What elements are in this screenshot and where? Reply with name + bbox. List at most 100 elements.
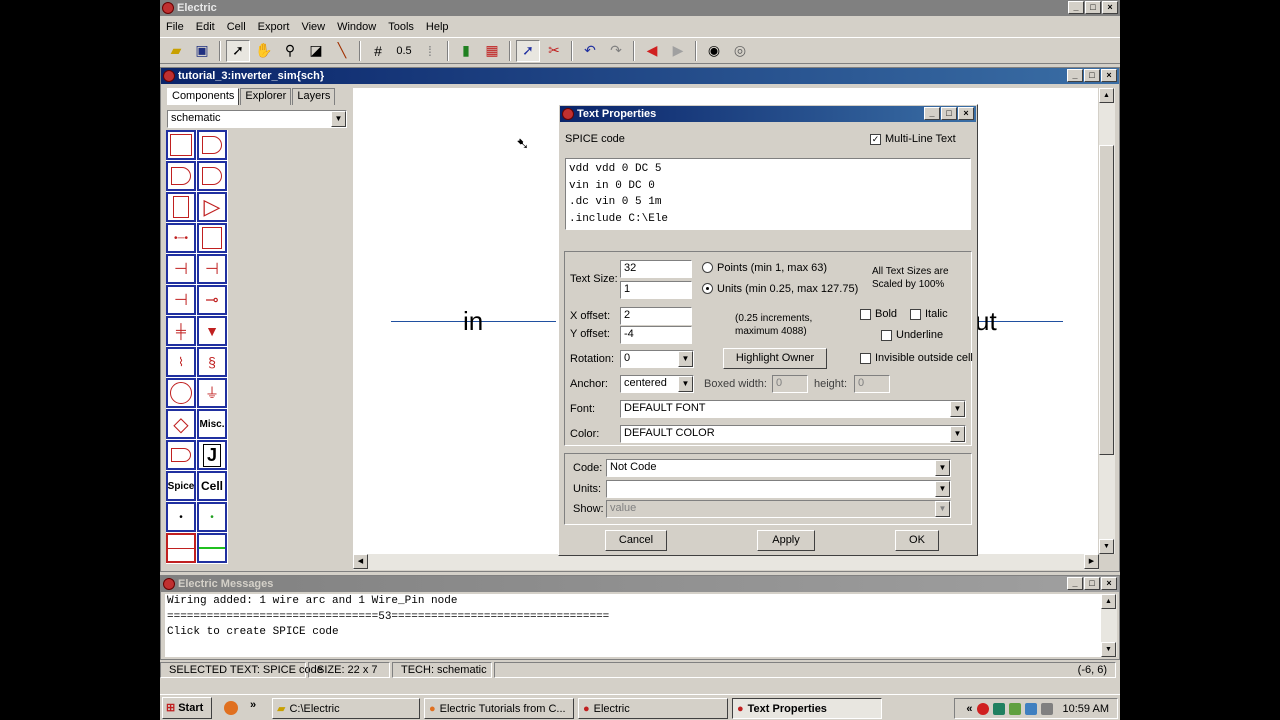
palette-global[interactable]: ◇: [166, 409, 196, 439]
menu-help[interactable]: Help: [420, 21, 455, 33]
palette-nmos[interactable]: ⊣: [166, 254, 196, 284]
minimize-button[interactable]: _: [1068, 1, 1084, 14]
invisible-outside-checkbox[interactable]: [860, 353, 871, 364]
cut-scissors-icon[interactable]: ✂: [542, 40, 566, 62]
scroll-down-icon[interactable]: ▼: [1101, 642, 1116, 657]
grid-scale-value[interactable]: 0.5: [392, 40, 416, 62]
ok-button[interactable]: OK: [895, 530, 939, 551]
open-folder-icon[interactable]: ▰: [164, 40, 188, 62]
tab-explorer[interactable]: Explorer: [240, 88, 292, 105]
palette-mux[interactable]: [166, 192, 196, 222]
points-radio[interactable]: [702, 262, 713, 273]
technology-select[interactable]: schematic ▼: [167, 110, 347, 128]
canvas-vertical-scrollbar[interactable]: ▲ ▼: [1099, 88, 1115, 554]
security-icon[interactable]: [1008, 702, 1021, 715]
back-arrow-icon[interactable]: ◀: [640, 40, 664, 62]
palette-capacitor[interactable]: ╪: [166, 316, 196, 346]
palette-flipflop[interactable]: [197, 223, 227, 253]
maximize-button[interactable]: □: [1085, 1, 1101, 14]
task-text-properties[interactable]: ● Text Properties: [732, 698, 882, 719]
save-icon[interactable]: ▣: [190, 40, 214, 62]
italic-checkbox[interactable]: [910, 309, 921, 320]
volume-icon[interactable]: [1040, 702, 1053, 715]
code-select[interactable]: Not Code ▼: [606, 459, 951, 477]
view-eye-icon[interactable]: ◉: [702, 40, 726, 62]
minimize-button[interactable]: _: [1067, 69, 1083, 82]
minimize-button[interactable]: _: [1067, 577, 1083, 590]
measure-icon[interactable]: ╲: [330, 40, 354, 62]
menu-window[interactable]: Window: [331, 21, 382, 33]
menu-tools[interactable]: Tools: [382, 21, 420, 33]
palette-bus-pin[interactable]: •: [197, 502, 227, 532]
maximize-button[interactable]: □: [1084, 577, 1100, 590]
redo-icon[interactable]: ↷: [604, 40, 628, 62]
close-button[interactable]: ×: [958, 107, 974, 120]
menu-file[interactable]: File: [160, 21, 190, 33]
palette-inductor[interactable]: §: [197, 347, 227, 377]
scroll-up-icon[interactable]: ▲: [1099, 88, 1114, 103]
font-select[interactable]: DEFAULT FONT ▼: [620, 400, 966, 418]
record-icon[interactable]: [976, 702, 989, 715]
underline-checkbox[interactable]: [881, 330, 892, 341]
palette-buffer[interactable]: ▷: [197, 192, 227, 222]
apply-button[interactable]: Apply: [757, 530, 815, 551]
text-size-units-field[interactable]: 1: [620, 281, 692, 299]
messages-scrollbar[interactable]: ▲ ▼: [1101, 594, 1117, 657]
maximize-button[interactable]: □: [941, 107, 957, 120]
scroll-up-icon[interactable]: ▲: [1101, 594, 1116, 609]
canvas-horizontal-scrollbar[interactable]: ◀ ▶: [353, 554, 1099, 570]
cancel-button[interactable]: Cancel: [605, 530, 667, 551]
tab-layers[interactable]: Layers: [292, 88, 336, 105]
palette-pin[interactable]: •: [166, 502, 196, 532]
scroll-right-icon[interactable]: ▶: [1084, 554, 1099, 569]
task-folder-electric[interactable]: ▰ C:\Electric: [272, 698, 420, 719]
palette-and-gate[interactable]: [197, 130, 227, 160]
area-select-icon[interactable]: ▦: [480, 40, 504, 62]
vertical-scroll-thumb[interactable]: [1099, 145, 1114, 455]
full-select-icon[interactable]: ▮: [454, 40, 478, 62]
input-label[interactable]: in: [463, 306, 483, 337]
menu-view[interactable]: View: [295, 21, 331, 33]
undo-icon[interactable]: ↶: [578, 40, 602, 62]
close-button[interactable]: ×: [1102, 1, 1118, 14]
grid-icon[interactable]: #: [366, 40, 390, 62]
hide-eye-icon[interactable]: ◎: [728, 40, 752, 62]
highlight-owner-button[interactable]: Highlight Owner: [723, 348, 827, 369]
tab-components[interactable]: Components: [167, 88, 240, 105]
select-objects-icon[interactable]: ➚: [516, 39, 540, 62]
messages-log[interactable]: Wiring added: 1 wire arc and 1 Wire_Pin …: [165, 594, 1101, 657]
rotation-select[interactable]: 0 ▼: [620, 350, 694, 368]
palette-bus-arc[interactable]: [197, 533, 227, 563]
pan-hand-icon[interactable]: ✋: [252, 40, 276, 62]
palette-misc[interactable]: Misc.: [197, 409, 227, 439]
task-browser-tutorials[interactable]: ● Electric Tutorials from C...: [424, 698, 574, 719]
show-select[interactable]: value ▼: [606, 500, 951, 518]
text-size-points-field[interactable]: 32: [620, 260, 692, 278]
grid-fine-icon[interactable]: ⁞: [418, 40, 442, 62]
zoom-icon[interactable]: ⚲: [278, 40, 302, 62]
start-button[interactable]: ⊞ Start: [162, 696, 212, 719]
palette-xor-gate[interactable]: [197, 161, 227, 191]
palette-wire-arc[interactable]: [166, 533, 196, 563]
menu-export[interactable]: Export: [252, 21, 296, 33]
maximize-button[interactable]: □: [1084, 69, 1100, 82]
spice-code-textarea[interactable]: vdd vdd 0 DC 5 vin in 0 DC 0 .dc vin 0 5 1…: [565, 158, 971, 230]
palette-ground[interactable]: ⏚: [197, 378, 227, 408]
bold-checkbox[interactable]: [860, 309, 871, 320]
forward-arrow-icon[interactable]: ▶: [666, 40, 690, 62]
x-offset-field[interactable]: 2: [620, 307, 692, 325]
browser-quicklaunch-icon[interactable]: [224, 701, 238, 715]
menu-cell[interactable]: Cell: [221, 21, 252, 33]
close-button[interactable]: ×: [1101, 577, 1117, 590]
palette-diode[interactable]: ▼: [197, 316, 227, 346]
boxed-height-field[interactable]: 0: [854, 375, 890, 393]
menu-edit[interactable]: Edit: [190, 21, 221, 33]
select-arrow-icon[interactable]: ➚: [226, 39, 250, 62]
palette-nmos-4[interactable]: ⊣: [166, 285, 196, 315]
palette-switch[interactable]: •─•: [166, 223, 196, 253]
quicklaunch-chevron[interactable]: »: [250, 699, 256, 711]
minimize-button[interactable]: _: [924, 107, 940, 120]
palette-power[interactable]: [166, 378, 196, 408]
palette-or-gate[interactable]: [166, 161, 196, 191]
palette-wire-box[interactable]: [166, 130, 196, 160]
